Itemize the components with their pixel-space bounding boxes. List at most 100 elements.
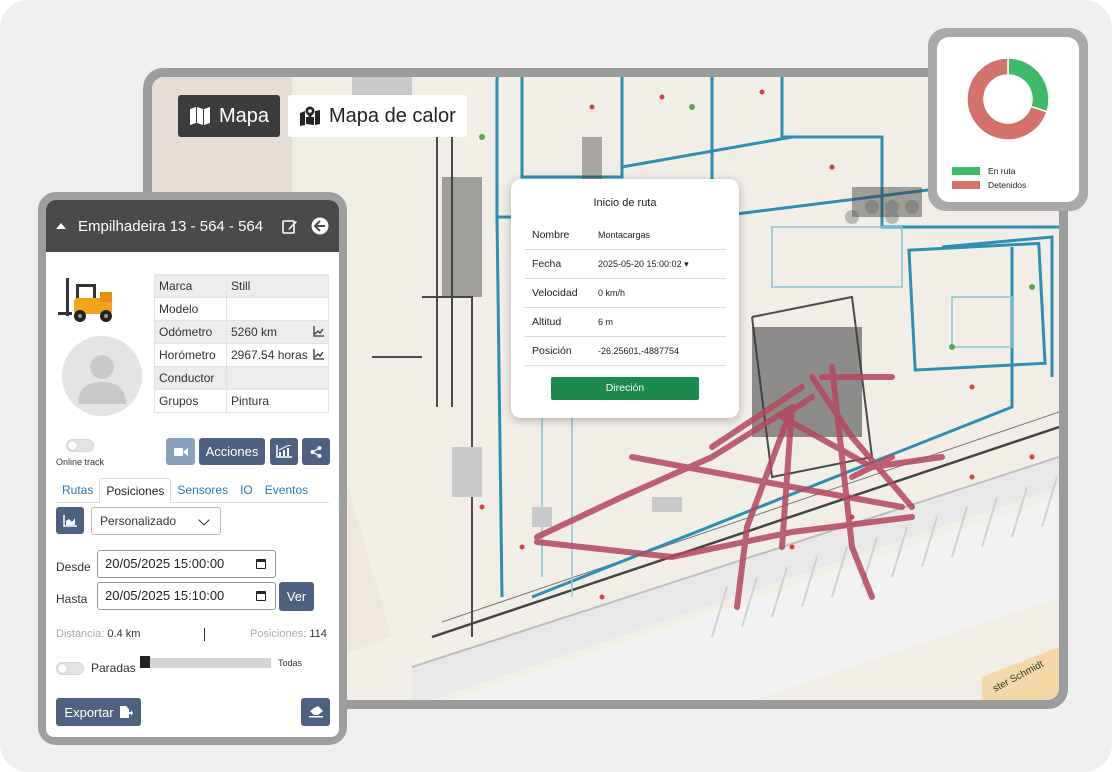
popup-key: Velocidad	[532, 287, 578, 299]
map-view-button[interactable]: Mapa	[178, 95, 281, 137]
calendar-icon[interactable]	[256, 559, 266, 569]
desde-value: 20/05/2025 15:00:00	[105, 556, 225, 571]
export-label: Exportar	[64, 704, 114, 720]
forklift-image	[58, 278, 112, 322]
tab-eventos[interactable]: Eventos	[259, 478, 314, 502]
info-row: Horómetro 2967.54 horas	[154, 343, 329, 367]
stops-range-track[interactable]	[141, 658, 271, 668]
area-chart-icon	[63, 514, 77, 527]
status-chart-card: En ruta Detenidos	[928, 28, 1088, 211]
legend-label: Detenidos	[988, 180, 1027, 190]
info-row: Odómetro 5260 km	[154, 320, 329, 344]
acciones-button[interactable]: Acciones	[199, 438, 265, 465]
popup-title: Inicio de ruta	[593, 197, 657, 209]
map-icon	[190, 107, 210, 125]
vehicle-panel-header: Empilhadeira 13 - 564 - 564	[46, 200, 339, 252]
positions-stat: Posiciones: 114	[250, 628, 327, 640]
share-button[interactable]	[302, 438, 330, 465]
collapse-caret-icon[interactable]	[56, 223, 66, 229]
hasta-input[interactable]: 20/05/2025 15:10:00	[97, 582, 276, 610]
chevron-down-icon	[198, 514, 210, 526]
tab-rutas[interactable]: Rutas	[56, 478, 99, 502]
popup-value: Montacargas	[598, 230, 651, 240]
info-value: 5260 km	[231, 325, 278, 339]
stops-range-handle[interactable]	[140, 656, 150, 668]
online-track-label: Online track	[56, 457, 105, 467]
info-value: Pintura	[226, 389, 329, 413]
info-value	[226, 297, 329, 321]
status-chart: En ruta Detenidos	[937, 37, 1079, 202]
camera-button[interactable]	[166, 438, 195, 465]
popup-row-date: Fecha 2025-05-20 15:00:02 ▾	[524, 250, 726, 279]
popup-key: Posición	[532, 345, 572, 357]
info-row: Modelo	[154, 297, 329, 321]
hasta-label: Hasta	[56, 592, 88, 606]
popup-key: Nombre	[532, 229, 570, 241]
info-row: Grupos Pintura	[154, 389, 329, 413]
info-key: Horómetro	[154, 343, 227, 367]
hasta-value: 20/05/2025 15:10:00	[105, 588, 225, 603]
direction-button[interactable]: Direción	[551, 377, 699, 400]
donut-chart	[966, 57, 1050, 141]
info-value: Still	[226, 274, 329, 298]
paradas-label: Paradas	[91, 661, 136, 675]
export-button[interactable]: Exportar	[56, 698, 141, 726]
stats-button[interactable]	[270, 438, 298, 465]
info-value-cell: 5260 km	[226, 320, 329, 344]
file-export-icon	[119, 706, 133, 718]
info-key: Odómetro	[154, 320, 227, 344]
info-value: 2967.54 horas	[231, 348, 308, 362]
popup-value: 6 m	[598, 317, 614, 327]
legend-item-detenidos: Detenidos	[952, 178, 1026, 192]
online-track-toggle[interactable]	[66, 439, 94, 452]
vehicle-panel: Empilhadeira 13 - 564 - 564 Marca Still …	[46, 200, 339, 737]
route-start-popup: Inicio de ruta Nombre Montacargas Fecha …	[511, 179, 739, 418]
line-chart-icon[interactable]	[313, 326, 324, 337]
desde-label: Desde	[56, 560, 91, 574]
info-row: Conductor	[154, 366, 329, 390]
calendar-icon[interactable]	[256, 591, 266, 601]
distance-value: 0.4 km	[107, 628, 141, 640]
info-key: Modelo	[154, 297, 227, 321]
map-view-label: Mapa	[219, 104, 270, 127]
info-value-cell: 2967.54 horas	[226, 343, 329, 367]
tab-io[interactable]: IO	[234, 478, 259, 502]
positions-value: 114	[309, 628, 327, 640]
period-select[interactable]: Personalizado	[91, 507, 221, 535]
donut-slice-en-ruta[interactable]	[1007, 57, 1050, 113]
share-icon	[310, 445, 322, 458]
edit-icon[interactable]	[281, 217, 299, 235]
popup-key: Fecha	[532, 258, 562, 270]
heatmap-view-button[interactable]: Mapa de calor	[288, 95, 467, 137]
map-marker-icon	[300, 106, 320, 126]
back-arrow-icon[interactable]	[311, 217, 329, 235]
detail-tabs: Rutas Posiciones Sensores IO Eventos	[56, 478, 329, 503]
tab-sensores[interactable]: Sensores	[171, 478, 234, 502]
tab-posiciones[interactable]: Posiciones	[99, 478, 172, 503]
positions-label: Posiciones:	[250, 628, 307, 640]
vehicle-panel-frame: Empilhadeira 13 - 564 - 564 Marca Still …	[38, 192, 347, 745]
popup-row-speed: Velocidad 0 km/h	[524, 279, 726, 308]
clear-button[interactable]	[301, 698, 330, 726]
legend-swatch	[952, 181, 980, 189]
popup-date-dropdown[interactable]: 2025-05-20 15:00:02 ▾	[598, 259, 689, 270]
desde-input[interactable]: 20/05/2025 15:00:00	[97, 550, 276, 578]
vehicle-info-table: Marca Still Modelo Odómetro 5260 km Horó…	[154, 274, 329, 413]
positions-chart-button[interactable]	[56, 507, 84, 534]
paradas-toggle[interactable]	[56, 662, 84, 675]
info-key: Grupos	[154, 389, 227, 413]
info-row: Marca Still	[154, 274, 329, 298]
line-chart-icon[interactable]	[313, 349, 324, 360]
chart-icon	[276, 445, 292, 458]
popup-row-position: Posición -26.25601,-4887754	[524, 337, 726, 366]
popup-value: -26.25601,-4887754	[598, 346, 680, 356]
ver-button[interactable]: Ver	[279, 582, 314, 611]
avatar	[62, 336, 142, 416]
popup-row-name: Nombre Montacargas	[524, 221, 726, 250]
legend-swatch	[952, 167, 980, 175]
legend-label: En ruta	[988, 166, 1016, 176]
info-value	[226, 366, 329, 390]
vehicle-title: Empilhadeira 13 - 564 - 564	[78, 217, 264, 235]
distance-label: Distancia:	[56, 628, 105, 640]
user-placeholder-icon	[78, 355, 126, 404]
